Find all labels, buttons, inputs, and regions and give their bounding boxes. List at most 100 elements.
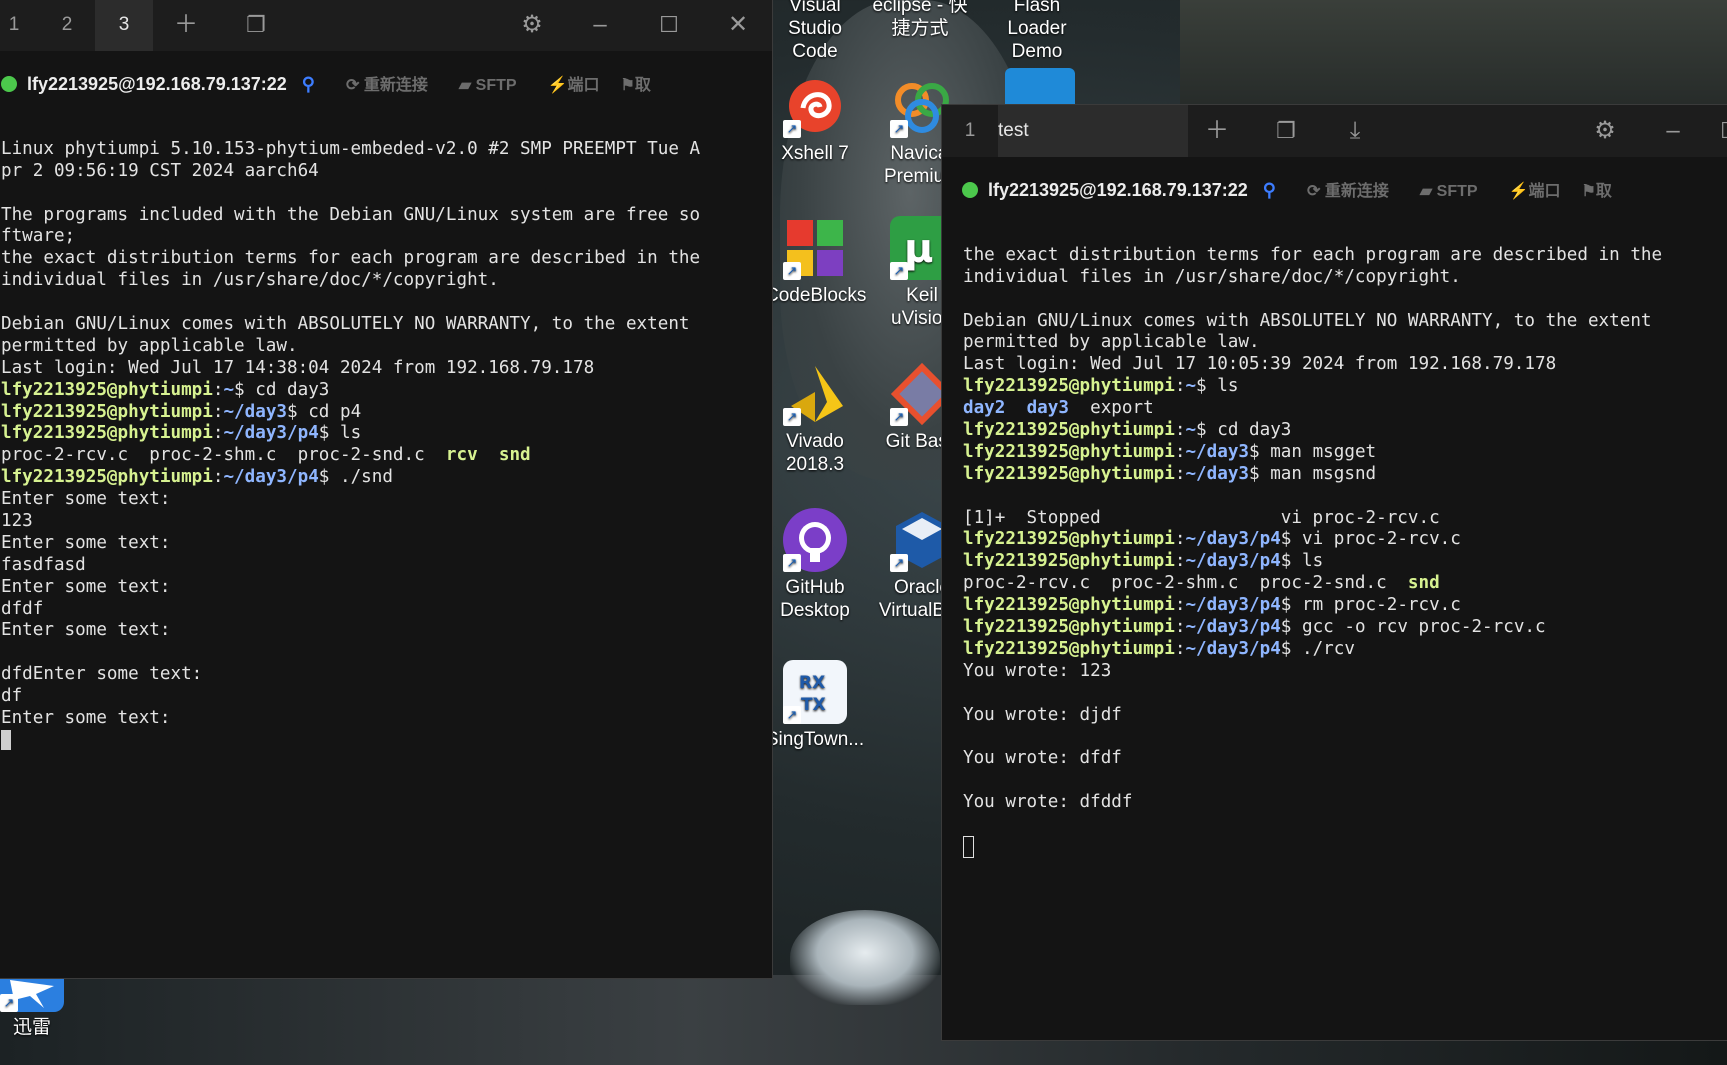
tab-2[interactable]: 2 <box>39 0 95 51</box>
terminal-line: You wrote: dfddf <box>963 792 1727 814</box>
window-titlebar[interactable]: 1 2 3 ＋ ❐ ⚙ – ☐ ✕ <box>0 0 772 51</box>
sftp-button[interactable]: ▰ SFTP <box>459 77 517 94</box>
download-icon[interactable]: ⤓ <box>1330 105 1380 157</box>
prompt-user: lfy2213925@phytiumpi <box>963 638 1175 659</box>
prompt-path: ~ <box>1185 376 1197 397</box>
terminal-line: 123 <box>1 511 772 533</box>
terminal-line: The programs included with the Debian GN… <box>1 205 772 227</box>
prompt-colon: : <box>212 423 224 444</box>
singtown-rx-tx-icon: RX TX ↗ <box>783 660 847 724</box>
prompt-user: lfy2213925@phytiumpi <box>1 379 213 400</box>
settings-gear-icon[interactable]: ⚙ <box>1580 105 1630 157</box>
tab-3[interactable]: 3 <box>95 0 153 51</box>
desktop-icon-vscode[interactable]: Visual Studio Code <box>765 0 865 63</box>
location-pin-icon[interactable]: ⚲ <box>1263 180 1276 200</box>
pin-button[interactable]: ⚑取 <box>1582 183 1612 200</box>
desktop-icon-vivado[interactable]: ↗ Vivado 2018.3 <box>765 362 865 476</box>
command-text: cd p4 <box>308 401 362 422</box>
close-icon[interactable]: ✕ <box>713 0 763 51</box>
terminal-output[interactable]: Linux phytiumpi 5.10.153-phytium-embeded… <box>0 117 772 752</box>
prompt-user: lfy2213925@phytiumpi <box>963 441 1175 462</box>
ls-separator <box>128 445 149 465</box>
tab-1[interactable]: 1 <box>0 0 29 51</box>
tab-list-icon[interactable]: ❐ <box>1261 105 1311 157</box>
window-titlebar[interactable]: 1 test ＋ ❐ ⤓ ⚙ – ☐ <box>942 105 1727 157</box>
tab-test[interactable]: test <box>998 105 1188 157</box>
sftp-label: SFTP <box>475 77 517 94</box>
terminal-line: day2 day3 export <box>963 398 1727 420</box>
prompt-user: lfy2213925@phytiumpi <box>963 376 1175 397</box>
ls-entry: proc-2-rcv.c <box>963 573 1091 594</box>
port-button[interactable]: ⚡端口 <box>1509 183 1561 200</box>
prompt-colon: : <box>1174 420 1186 441</box>
xunlei-bird-icon: ↗ <box>0 976 64 1012</box>
maximize-icon[interactable]: ☐ <box>1705 105 1727 157</box>
shortcut-arrow-icon: ↗ <box>890 262 908 280</box>
prompt-path: ~/day3 <box>1185 441 1250 462</box>
session-bar: lfy2213925@192.168.79.137:22 ⚲ ⟳ 重新连接 ▰ … <box>0 61 772 107</box>
prompt-colon: : <box>212 379 224 400</box>
sftp-button[interactable]: ▰ SFTP <box>1420 183 1478 200</box>
output-text: the exact distribution terms for each pr… <box>1 248 701 269</box>
output-text: You wrote: dfdf <box>963 748 1122 769</box>
ls-entry: proc-2-shm.c <box>1111 573 1239 594</box>
output-text: The programs included with the Debian GN… <box>1 204 701 225</box>
prompt-colon: : <box>1174 376 1186 397</box>
ls-entry: day2 <box>963 398 1006 419</box>
wallpaper-cap <box>1180 0 1727 110</box>
police-emblem-image <box>790 910 940 1005</box>
new-tab-plus-icon[interactable]: ＋ <box>1192 105 1242 157</box>
terminal-window-right[interactable]: 1 test ＋ ❐ ⤓ ⚙ – ☐ lfy2213925@192.168.79… <box>941 104 1727 1041</box>
tab-1[interactable]: 1 <box>942 105 998 157</box>
minimize-icon[interactable]: – <box>575 0 625 51</box>
shortcut-arrow-icon: ↗ <box>783 408 801 426</box>
desktop-icon-flash-loader[interactable]: Flash Loader Demo <box>982 0 1092 63</box>
prompt-symbol: $ <box>1280 617 1302 638</box>
prompt-path: ~ <box>1185 420 1197 441</box>
maximize-icon[interactable]: ☐ <box>644 0 694 51</box>
desktop-icon-singtown[interactable]: RX TX ↗ SingTown... <box>765 660 865 751</box>
reconnect-label: 重新连接 <box>1324 183 1389 200</box>
desktop-icon-label: Visual Studio Code <box>788 0 842 62</box>
svg-text:TX: TX <box>801 695 826 715</box>
command-text: cd day3 <box>255 379 330 400</box>
minimize-icon[interactable]: – <box>1648 105 1698 157</box>
reconnect-button[interactable]: ⟳ 重新连接 <box>346 77 428 94</box>
desktop-icon-xunlei[interactable]: ↗ 迅雷 <box>0 976 82 1039</box>
terminal-line: Last login: Wed Jul 17 10:05:39 2024 fro… <box>963 354 1727 376</box>
tab-list-icon[interactable]: ❐ <box>231 0 281 51</box>
terminal-window-left[interactable]: 1 2 3 ＋ ❐ ⚙ – ☐ ✕ lfy2213925@192.168.79.… <box>0 0 773 979</box>
location-pin-icon[interactable]: ⚲ <box>302 74 315 94</box>
desktop-icon-github-desktop[interactable]: ↗ GitHub Desktop <box>765 508 865 622</box>
terminal-line: permitted by applicable law. <box>1 336 772 358</box>
desktop-icon-eclipse[interactable]: eclipse - 快 捷方式 <box>870 0 970 40</box>
settings-gear-icon[interactable]: ⚙ <box>507 0 557 51</box>
prompt-symbol: $ <box>287 401 309 422</box>
ls-separator <box>425 445 446 465</box>
terminal-output[interactable]: the exact distribution terms for each pr… <box>942 223 1727 858</box>
prompt-path: ~ <box>223 379 235 400</box>
prompt-symbol: $ <box>1280 529 1302 550</box>
prompt-user: lfy2213925@phytiumpi <box>1 467 213 488</box>
prompt-symbol: $ <box>1280 595 1302 616</box>
desktop-icon-xshell[interactable]: ↗ Xshell 7 <box>765 74 865 165</box>
new-tab-plus-icon[interactable]: ＋ <box>161 0 211 51</box>
command-text: ls <box>1301 551 1324 572</box>
desktop-icon-label: GitHub Desktop <box>780 577 850 621</box>
desktop-icon-codeblocks[interactable]: ↗ CodeBlocks <box>765 216 866 307</box>
prompt-user: lfy2213925@phytiumpi <box>963 595 1175 616</box>
port-button[interactable]: ⚡端口 <box>548 77 600 94</box>
prompt-path: ~/day3/p4 <box>1185 638 1281 659</box>
reconnect-button[interactable]: ⟳ 重新连接 <box>1307 183 1389 200</box>
prompt-colon: : <box>1174 441 1186 462</box>
pin-button[interactable]: ⚑取 <box>621 77 651 94</box>
command-text: man msgget <box>1270 441 1377 462</box>
output-text: the exact distribution terms for each pr… <box>963 244 1663 265</box>
output-text: Enter some text: <box>1 708 171 729</box>
terminal-line: You wrote: dfdf <box>963 748 1727 770</box>
ls-separator <box>1238 573 1259 593</box>
terminal-line: Enter some text: <box>1 489 772 511</box>
ls-entry: export <box>1090 398 1154 419</box>
